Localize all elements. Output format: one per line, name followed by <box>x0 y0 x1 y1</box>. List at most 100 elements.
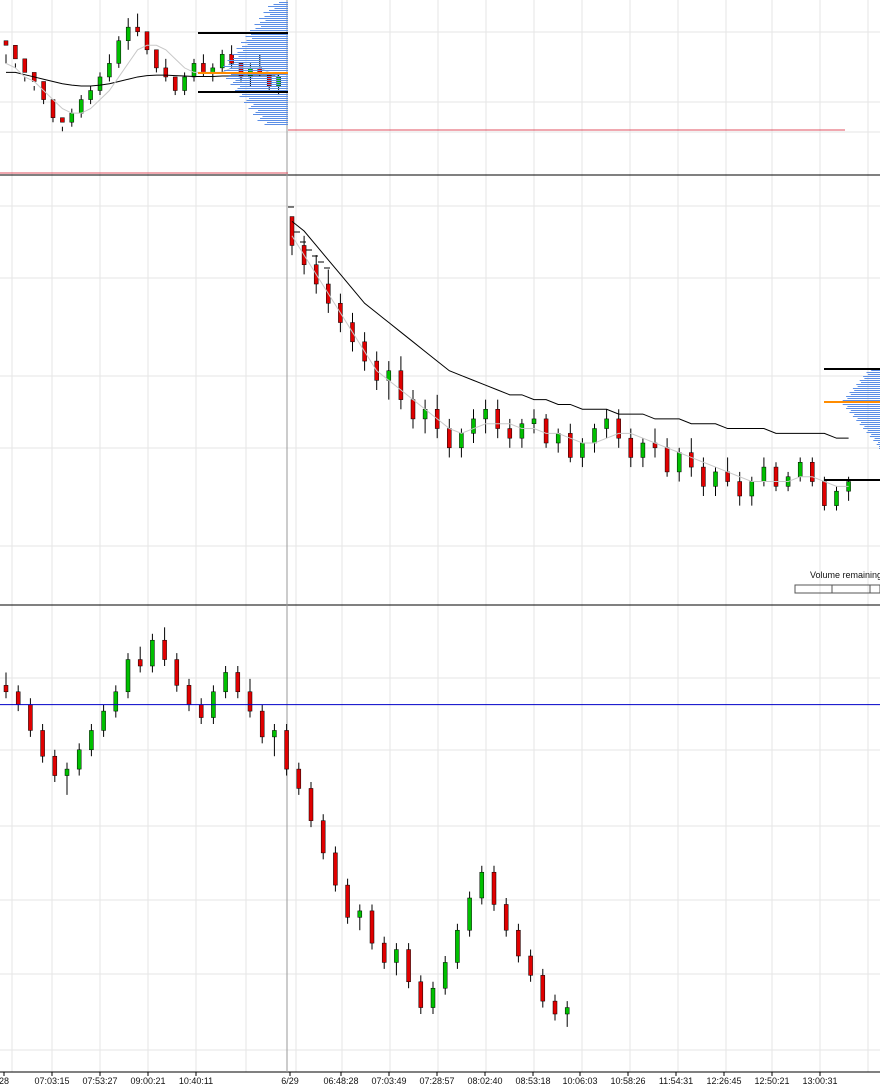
candle-down[interactable] <box>144 31 150 51</box>
candle-up[interactable] <box>223 672 228 693</box>
trading-chart[interactable]: Volume remaining 28 07:03:15 07:53:27 09:00:… <box>0 0 880 1091</box>
candle-down[interactable] <box>22 58 28 73</box>
candle-up[interactable] <box>713 471 718 487</box>
candle-up[interactable] <box>531 418 537 424</box>
candle-up[interactable] <box>797 462 803 477</box>
candle-up[interactable] <box>88 90 93 100</box>
candle-up[interactable] <box>430 987 436 1008</box>
candle-down[interactable] <box>398 370 404 400</box>
candle-up[interactable] <box>761 466 767 482</box>
candle-up[interactable] <box>749 481 755 497</box>
candle-down[interactable] <box>52 755 58 776</box>
candle-up[interactable] <box>479 871 485 899</box>
candle-up[interactable] <box>76 749 82 770</box>
candle-up[interactable] <box>107 63 112 78</box>
candle-down[interactable] <box>725 471 730 482</box>
candle-up[interactable] <box>519 423 525 439</box>
candle-down[interactable] <box>410 399 416 420</box>
candle-up[interactable] <box>182 76 187 91</box>
candle-up[interactable] <box>483 409 488 420</box>
candle-up[interactable] <box>604 418 609 429</box>
candle-down[interactable] <box>737 481 742 497</box>
candle-down[interactable] <box>50 99 56 118</box>
candle-down[interactable] <box>289 216 295 246</box>
candle-down[interactable] <box>284 730 289 770</box>
candle-down[interactable] <box>507 428 513 439</box>
candle-up[interactable] <box>640 442 646 458</box>
candle-up[interactable] <box>471 418 476 434</box>
candle-up[interactable] <box>78 99 84 114</box>
candle-down[interactable] <box>247 691 253 712</box>
candle-up[interactable] <box>210 67 216 73</box>
candle-up[interactable] <box>116 40 122 64</box>
candle-down[interactable] <box>296 768 302 789</box>
candle-up[interactable] <box>592 428 597 444</box>
candle-down[interactable] <box>568 433 573 458</box>
candle-up[interactable] <box>125 659 131 693</box>
candle-down[interactable] <box>381 942 387 963</box>
candle-down[interactable] <box>15 691 21 705</box>
candle-up[interactable] <box>357 910 363 918</box>
candle-up[interactable] <box>455 929 460 963</box>
candle-down[interactable] <box>186 685 192 705</box>
candle-down[interactable] <box>60 117 65 123</box>
candle-down[interactable] <box>13 45 18 60</box>
candle-down[interactable] <box>418 981 424 1008</box>
candle-down[interactable] <box>3 40 9 46</box>
candle-up[interactable] <box>125 26 131 41</box>
candle-down[interactable] <box>369 910 375 944</box>
candle-down[interactable] <box>28 704 33 731</box>
candle-down[interactable] <box>154 49 159 69</box>
candle-down[interactable] <box>528 955 533 976</box>
candle-down[interactable] <box>822 481 827 506</box>
candle-down[interactable] <box>447 428 452 449</box>
candle-down[interactable] <box>773 466 779 487</box>
candle-up[interactable] <box>272 730 277 738</box>
candle-up[interactable] <box>97 76 103 91</box>
candle-down[interactable] <box>540 975 546 1002</box>
candle-up[interactable] <box>564 1007 570 1015</box>
candle-down[interactable] <box>810 462 815 482</box>
candle-down[interactable] <box>259 710 265 738</box>
candle-up[interactable] <box>101 710 106 731</box>
candle-up[interactable] <box>89 730 94 751</box>
candle-down[interactable] <box>172 76 178 91</box>
candle-down[interactable] <box>3 685 9 693</box>
candle-up[interactable] <box>555 433 561 444</box>
candle-down[interactable] <box>333 852 338 886</box>
candle-up[interactable] <box>467 897 472 931</box>
candle-up[interactable] <box>150 639 155 667</box>
candle-down[interactable] <box>320 820 326 854</box>
candle-down[interactable] <box>137 659 143 667</box>
candle-down[interactable] <box>174 659 180 686</box>
candle-down[interactable] <box>664 447 670 473</box>
candle-up[interactable] <box>676 452 682 473</box>
candle-down[interactable] <box>40 730 45 757</box>
candle-down[interactable] <box>162 639 167 660</box>
candle-up[interactable] <box>394 949 399 963</box>
candle-down[interactable] <box>543 418 549 444</box>
candle-down[interactable] <box>135 26 140 32</box>
candle-up[interactable] <box>64 768 70 776</box>
candle-down[interactable] <box>701 466 706 487</box>
candle-up[interactable] <box>442 962 448 989</box>
candle-up[interactable] <box>459 433 464 449</box>
candle-down[interactable] <box>516 929 521 957</box>
candle-down[interactable] <box>198 704 204 718</box>
candle-down[interactable] <box>235 672 241 693</box>
candle-down[interactable] <box>491 871 497 905</box>
candle-up[interactable] <box>834 490 839 506</box>
candle-down[interactable] <box>495 409 500 429</box>
candle-down[interactable] <box>308 788 314 821</box>
candle-up[interactable] <box>113 691 119 712</box>
candle-down[interactable] <box>552 1000 558 1015</box>
candle-up[interactable] <box>191 63 197 78</box>
candle-down[interactable] <box>345 884 350 918</box>
candle-down[interactable] <box>616 418 621 439</box>
candle-down[interactable] <box>628 437 634 458</box>
candle-up[interactable] <box>580 442 585 458</box>
candle-down[interactable] <box>201 63 206 73</box>
candle-down[interactable] <box>689 452 694 468</box>
candle-up[interactable] <box>69 112 75 123</box>
candle-down[interactable] <box>503 904 509 931</box>
